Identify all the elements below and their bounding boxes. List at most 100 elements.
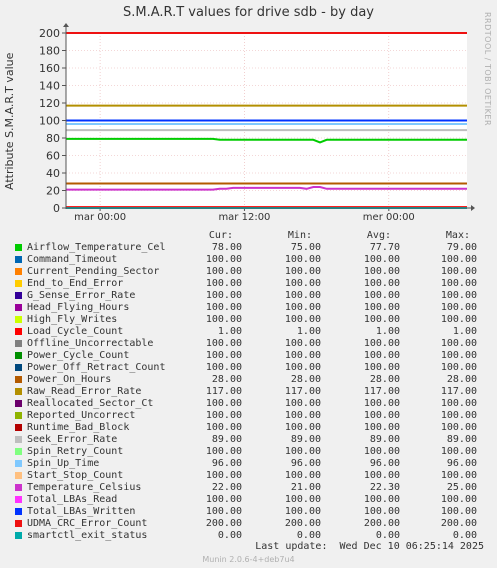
legend-value-cur: 100.00 <box>205 290 242 301</box>
legend-value-max: 100.00 <box>440 398 477 409</box>
legend-series-name: Reallocated_Sector_Ct <box>27 398 154 409</box>
legend-value-max: 100.00 <box>440 302 477 313</box>
legend-value-cur: 89.00 <box>211 434 242 445</box>
legend-value-max: 0.00 <box>452 530 477 541</box>
legend-series-name: Temperature_Celsius <box>27 482 142 493</box>
legend-series-name: Power_Off_Retract_Count <box>27 362 166 373</box>
legend-swatch <box>15 256 22 263</box>
legend-value-max: 25.00 <box>446 482 477 493</box>
legend-swatch <box>15 400 22 407</box>
legend-value-cur: 22.00 <box>211 482 242 493</box>
legend-value-max: 89.00 <box>446 434 477 445</box>
legend-row: Airflow_Temperature_Cel 78.00 75.00 77.70 79… <box>0 242 497 254</box>
legend-value-cur: 100.00 <box>205 422 242 433</box>
legend-row: Command_Timeout 100.00 100.00 100.00 100.00 <box>0 254 497 266</box>
legend-value-min: 75.00 <box>290 242 321 253</box>
legend-value-avg: 100.00 <box>363 506 400 517</box>
legend-row: UDMA_CRC_Error_Count 200.00 200.00 200.00 20… <box>0 518 497 530</box>
legend-row: Offline_Uncorrectable 100.00 100.00 100.00 1… <box>0 338 497 350</box>
legend-value-max: 117.00 <box>440 386 477 397</box>
legend-swatch <box>15 244 22 251</box>
legend-value-min: 100.00 <box>284 350 321 361</box>
legend-value-max: 200.00 <box>440 518 477 529</box>
legend-value-min: 100.00 <box>284 278 321 289</box>
legend-value-cur: 100.00 <box>205 266 242 277</box>
legend-value-cur: 100.00 <box>205 398 242 409</box>
legend-series-name: UDMA_CRC_Error_Count <box>27 518 148 529</box>
legend-value-avg: 28.00 <box>369 374 400 385</box>
legend-row: Temperature_Celsius 22.00 21.00 22.30 25.00 <box>0 482 497 494</box>
legend-value-min: 1.00 <box>296 326 321 337</box>
legend-series-name: Offline_Uncorrectable <box>27 338 154 349</box>
legend-value-avg: 100.00 <box>363 302 400 313</box>
legend-value-max: 100.00 <box>440 350 477 361</box>
legend-row: Total_LBAs_Read 100.00 100.00 100.00 100.00 <box>0 494 497 506</box>
legend-swatch <box>15 328 22 335</box>
legend-value-cur: 100.00 <box>205 470 242 481</box>
legend-value-cur: 96.00 <box>211 458 242 469</box>
legend-value-avg: 100.00 <box>363 350 400 361</box>
legend-series-name: Spin_Up_Time <box>27 458 100 469</box>
legend-swatch <box>15 304 22 311</box>
legend-value-cur: 1.00 <box>217 326 242 337</box>
legend-value-min: 100.00 <box>284 470 321 481</box>
legend-row: High_Fly_Writes 100.00 100.00 100.00 100.00 <box>0 314 497 326</box>
legend-series-name: Runtime_Bad_Block <box>27 422 130 433</box>
legend-value-min: 100.00 <box>284 422 321 433</box>
legend-series-name: smartctl_exit_status <box>27 530 148 541</box>
legend-value-min: 100.00 <box>284 506 321 517</box>
legend-value-cur: 100.00 <box>205 362 242 373</box>
legend-row: Runtime_Bad_Block 100.00 100.00 100.00 100.0… <box>0 422 497 434</box>
legend-value-avg: 1.00 <box>375 326 400 337</box>
legend-series-name: Command_Timeout <box>27 254 118 265</box>
legend-value-avg: 100.00 <box>363 410 400 421</box>
legend-value-cur: 100.00 <box>205 350 242 361</box>
legend-value-cur: 78.00 <box>211 242 242 253</box>
legend-series-name: Raw_Read_Error_Rate <box>27 386 142 397</box>
legend-value-avg: 100.00 <box>363 470 400 481</box>
legend-value-min: 100.00 <box>284 290 321 301</box>
legend-row: G_Sense_Error_Rate 100.00 100.00 100.00 100.… <box>0 290 497 302</box>
legend-value-cur: 100.00 <box>205 410 242 421</box>
legend-value-min: 100.00 <box>284 254 321 265</box>
legend-value-cur: 100.00 <box>205 254 242 265</box>
legend-series-name: Seek_Error_Rate <box>27 434 118 445</box>
legend-value-min: 100.00 <box>284 266 321 277</box>
legend-value-avg: 100.00 <box>363 446 400 457</box>
legend-series-name: Load_Cycle_Count <box>27 326 124 337</box>
legend-value-min: 100.00 <box>284 362 321 373</box>
legend-value-avg: 100.00 <box>363 338 400 349</box>
legend-swatch <box>15 376 22 383</box>
legend-swatch <box>15 460 22 467</box>
legend-value-cur: 200.00 <box>205 518 242 529</box>
legend-row: Current_Pending_Sector 100.00 100.00 100.00… <box>0 266 497 278</box>
legend-swatch <box>15 412 22 419</box>
legend-value-avg: 100.00 <box>363 314 400 325</box>
legend-value-cur: 100.00 <box>205 338 242 349</box>
legend-row: Seek_Error_Rate 89.00 89.00 89.00 89.00 <box>0 434 497 446</box>
legend-value-avg: 100.00 <box>363 422 400 433</box>
legend: Cur: Min: Avg: Max: Airflow_Temperature_… <box>0 0 497 568</box>
legend-value-min: 117.00 <box>284 386 321 397</box>
legend-swatch <box>15 316 22 323</box>
munin-version: Munin 2.0.6-4+deb7u4 <box>202 555 295 564</box>
legend-swatch <box>15 472 22 479</box>
legend-series-name: Reported_Uncorrect <box>27 410 136 421</box>
legend-row: Power_Off_Retract_Count 100.00 100.00 100.0… <box>0 362 497 374</box>
legend-series-name: Power_Cycle_Count <box>27 350 130 361</box>
legend-value-avg: 100.00 <box>363 290 400 301</box>
legend-value-cur: 0.00 <box>217 530 242 541</box>
legend-value-max: 100.00 <box>440 506 477 517</box>
legend-value-min: 28.00 <box>290 374 321 385</box>
legend-value-min: 100.00 <box>284 446 321 457</box>
legend-value-max: 100.00 <box>440 266 477 277</box>
legend-value-min: 200.00 <box>284 518 321 529</box>
legend-series-name: Total_LBAs_Read <box>27 494 118 505</box>
legend-header-avg: Avg: <box>366 230 391 241</box>
legend-series-name: Power_On_Hours <box>27 374 112 385</box>
legend-value-min: 100.00 <box>284 398 321 409</box>
legend-value-max: 100.00 <box>440 338 477 349</box>
legend-swatch <box>15 436 22 443</box>
legend-value-min: 0.00 <box>296 530 321 541</box>
legend-swatch <box>15 292 22 299</box>
